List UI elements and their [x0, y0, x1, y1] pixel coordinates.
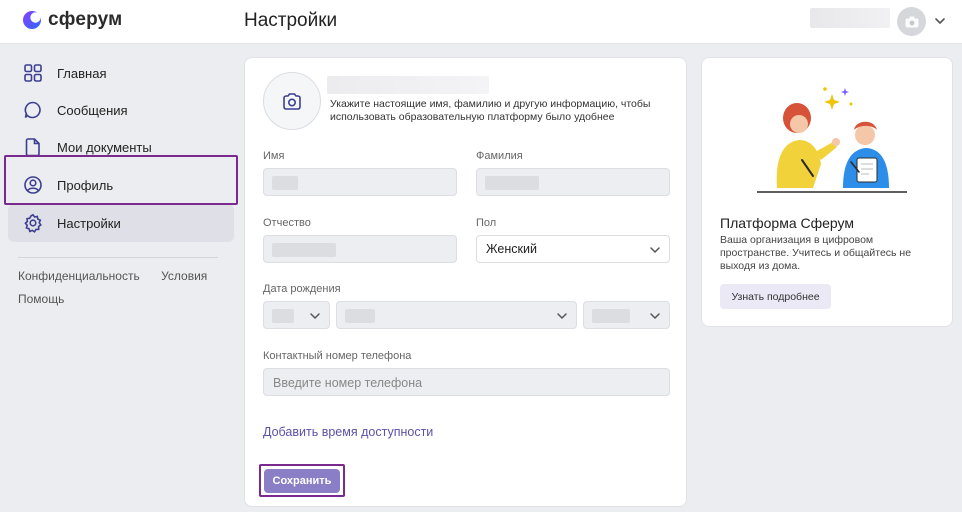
gender-value: Женский — [486, 242, 537, 256]
chevron-down-icon — [310, 313, 320, 320]
phone-placeholder: Введите номер телефона — [273, 376, 423, 390]
chevron-down-icon — [650, 313, 660, 320]
sidebar-item-home[interactable]: Главная — [8, 54, 234, 92]
patronymic-value-redacted — [272, 243, 336, 257]
upload-photo-button[interactable] — [263, 72, 321, 130]
sidebar-item-label: Главная — [57, 65, 107, 81]
birthdate-label: Дата рождения — [263, 283, 341, 295]
chevron-down-icon — [650, 247, 660, 254]
first-name-label: Имя — [263, 150, 285, 162]
chat-bubble-icon — [22, 99, 44, 121]
last-name-field[interactable] — [476, 168, 670, 196]
user-avatar[interactable] — [897, 7, 926, 36]
grid-icon — [22, 62, 44, 84]
sidebar-item-label: Мои документы — [57, 139, 152, 155]
document-icon — [22, 136, 44, 158]
phone-label: Контактный номер телефона — [263, 350, 412, 362]
sidebar-footer-links: Конфиденциальность Условия — [18, 269, 207, 283]
sidebar-divider — [18, 257, 218, 258]
birth-month-value-redacted — [345, 309, 375, 323]
sidebar-item-settings[interactable]: Настройки — [8, 204, 234, 242]
sidebar-item-profile[interactable]: Профиль — [8, 166, 234, 204]
camera-icon — [905, 16, 918, 27]
birth-day-value-redacted — [272, 309, 294, 323]
sidebar-item-label: Профиль — [57, 177, 114, 193]
sidebar: Главная Сообщения Мои документы Профиль — [0, 44, 240, 512]
gender-select[interactable]: Женский — [476, 235, 670, 263]
birth-year-select[interactable] — [583, 301, 670, 329]
page-title: Настройки — [244, 10, 338, 31]
phone-input[interactable]: Введите номер телефона — [263, 368, 670, 396]
gear-icon — [22, 212, 44, 234]
profile-name-redacted — [327, 76, 489, 94]
promo-text: Ваша организация в цифровом пространстве… — [720, 234, 912, 272]
privacy-link[interactable]: Конфиденциальность — [18, 269, 140, 283]
sidebar-item-label: Настройки — [57, 215, 121, 231]
photo-hint-text: Укажите настоящие имя, фамилию и другую … — [330, 98, 651, 123]
promo-title: Платформа Сферум — [720, 215, 855, 231]
birth-month-select[interactable] — [336, 301, 577, 329]
first-name-field[interactable] — [263, 168, 457, 196]
patronymic-label: Отчество — [263, 217, 311, 229]
last-name-label: Фамилия — [476, 150, 523, 162]
learn-more-button[interactable]: Узнать подробнее — [720, 284, 831, 309]
sidebar-item-messages[interactable]: Сообщения — [8, 91, 234, 129]
terms-link[interactable]: Условия — [161, 269, 207, 283]
camera-icon — [283, 92, 301, 110]
promo-illustration — [757, 87, 907, 193]
gender-label: Пол — [476, 217, 497, 229]
sidebar-item-documents[interactable]: Мои документы — [8, 128, 234, 166]
add-availability-link[interactable]: Добавить время доступности — [263, 425, 433, 439]
profile-icon — [22, 174, 44, 196]
top-header: сферум Настройки — [0, 0, 962, 44]
sidebar-item-label: Сообщения — [57, 102, 128, 118]
patronymic-field[interactable] — [263, 235, 457, 263]
birth-day-select[interactable] — [263, 301, 330, 329]
logo-text: сферум — [48, 9, 123, 30]
chevron-down-icon[interactable] — [933, 14, 947, 28]
sferum-logo-icon — [23, 11, 41, 29]
birth-year-value-redacted — [592, 309, 630, 323]
profile-settings-card: Укажите настоящие имя, фамилию и другую … — [244, 57, 687, 507]
save-button[interactable]: Сохранить — [264, 469, 340, 493]
first-name-value-redacted — [272, 176, 298, 190]
help-link[interactable]: Помощь — [18, 292, 64, 306]
sferum-logo[interactable]: сферум — [22, 9, 122, 31]
user-name-redacted[interactable] — [810, 8, 890, 28]
sferum-promo-card: Платформа Сферум Ваша организация в цифр… — [701, 57, 953, 327]
chevron-down-icon — [557, 313, 567, 320]
last-name-value-redacted — [485, 176, 539, 190]
